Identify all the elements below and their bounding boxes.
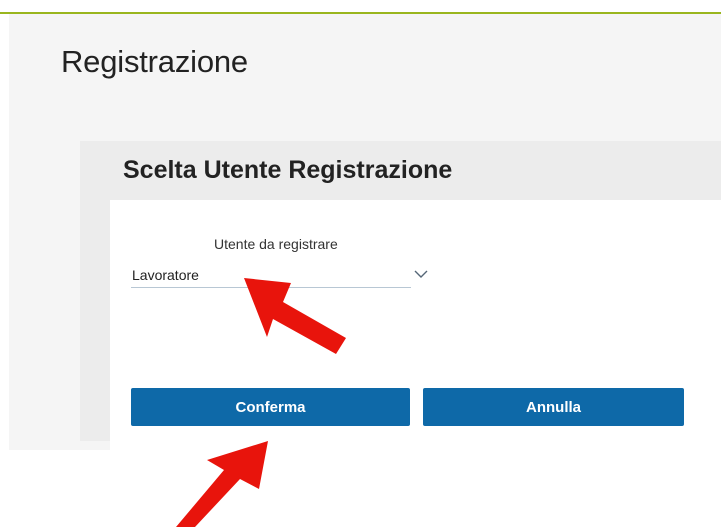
page-title: Registrazione: [61, 44, 248, 79]
user-type-selected-value: Lavoratore: [132, 267, 199, 283]
top-accent-bar: [0, 0, 721, 14]
confirm-button[interactable]: Conferma: [131, 388, 410, 426]
card-title: Scelta Utente Registrazione: [123, 156, 453, 184]
chevron-down-icon[interactable]: [413, 266, 429, 282]
cancel-button[interactable]: Annulla: [423, 388, 684, 426]
user-type-label: Utente da registrare: [214, 236, 338, 252]
user-type-select[interactable]: Lavoratore: [131, 262, 411, 288]
